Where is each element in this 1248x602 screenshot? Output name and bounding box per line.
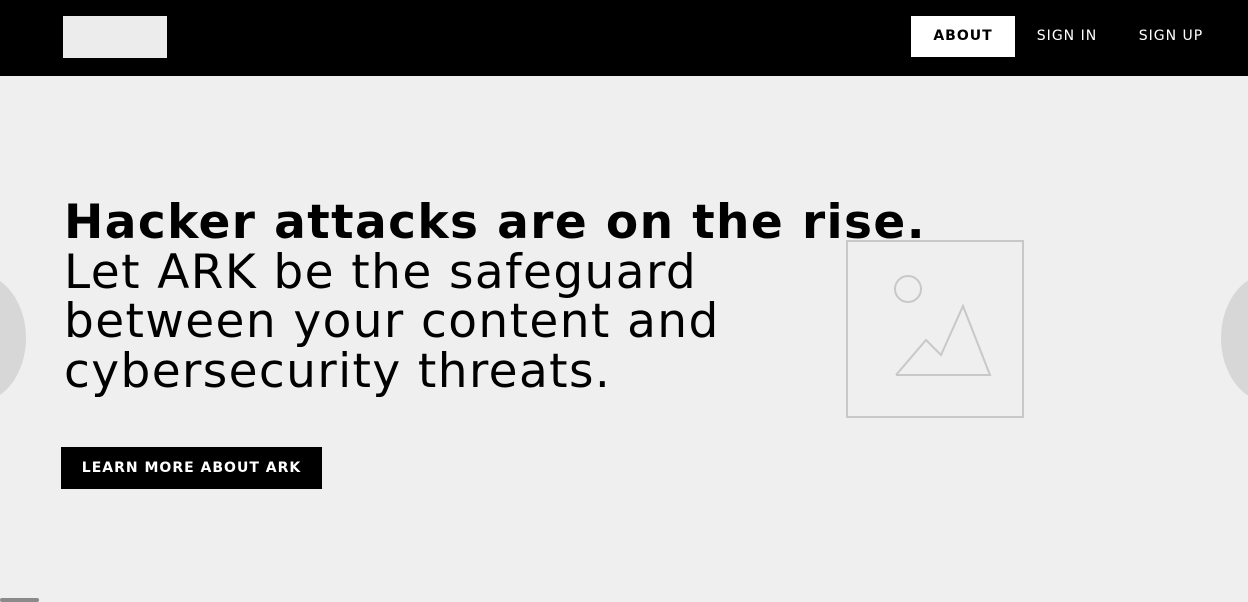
- top-navbar: ABOUT SIGN IN SIGN UP: [0, 0, 1248, 76]
- hero-headline: Hacker attacks are on the rise.: [64, 195, 926, 250]
- sign-in-nav-link[interactable]: SIGN IN: [1024, 16, 1110, 57]
- carousel-prev-arrow[interactable]: [0, 274, 26, 402]
- learn-more-button[interactable]: LEARN MORE ABOUT ARK: [61, 447, 322, 489]
- image-frame: [846, 240, 1024, 418]
- sign-up-nav-link[interactable]: SIGN UP: [1128, 16, 1214, 57]
- hero-copy: Hacker attacks are on the rise. Let ARK …: [64, 195, 926, 399]
- about-nav-button[interactable]: ABOUT: [911, 16, 1015, 57]
- carousel-next-arrow[interactable]: [1221, 274, 1248, 402]
- hero-body-text: Let ARK be the safeguard between your co…: [64, 244, 720, 399]
- image-mountain-shape: [895, 303, 992, 376]
- image-sun-shape: [894, 275, 922, 303]
- image-placeholder-icon: [846, 240, 1024, 418]
- landing-page: ABOUT SIGN IN SIGN UP Hacker attacks are…: [0, 0, 1248, 602]
- horizontal-scrollbar[interactable]: [0, 598, 39, 602]
- logo-placeholder[interactable]: [63, 16, 167, 58]
